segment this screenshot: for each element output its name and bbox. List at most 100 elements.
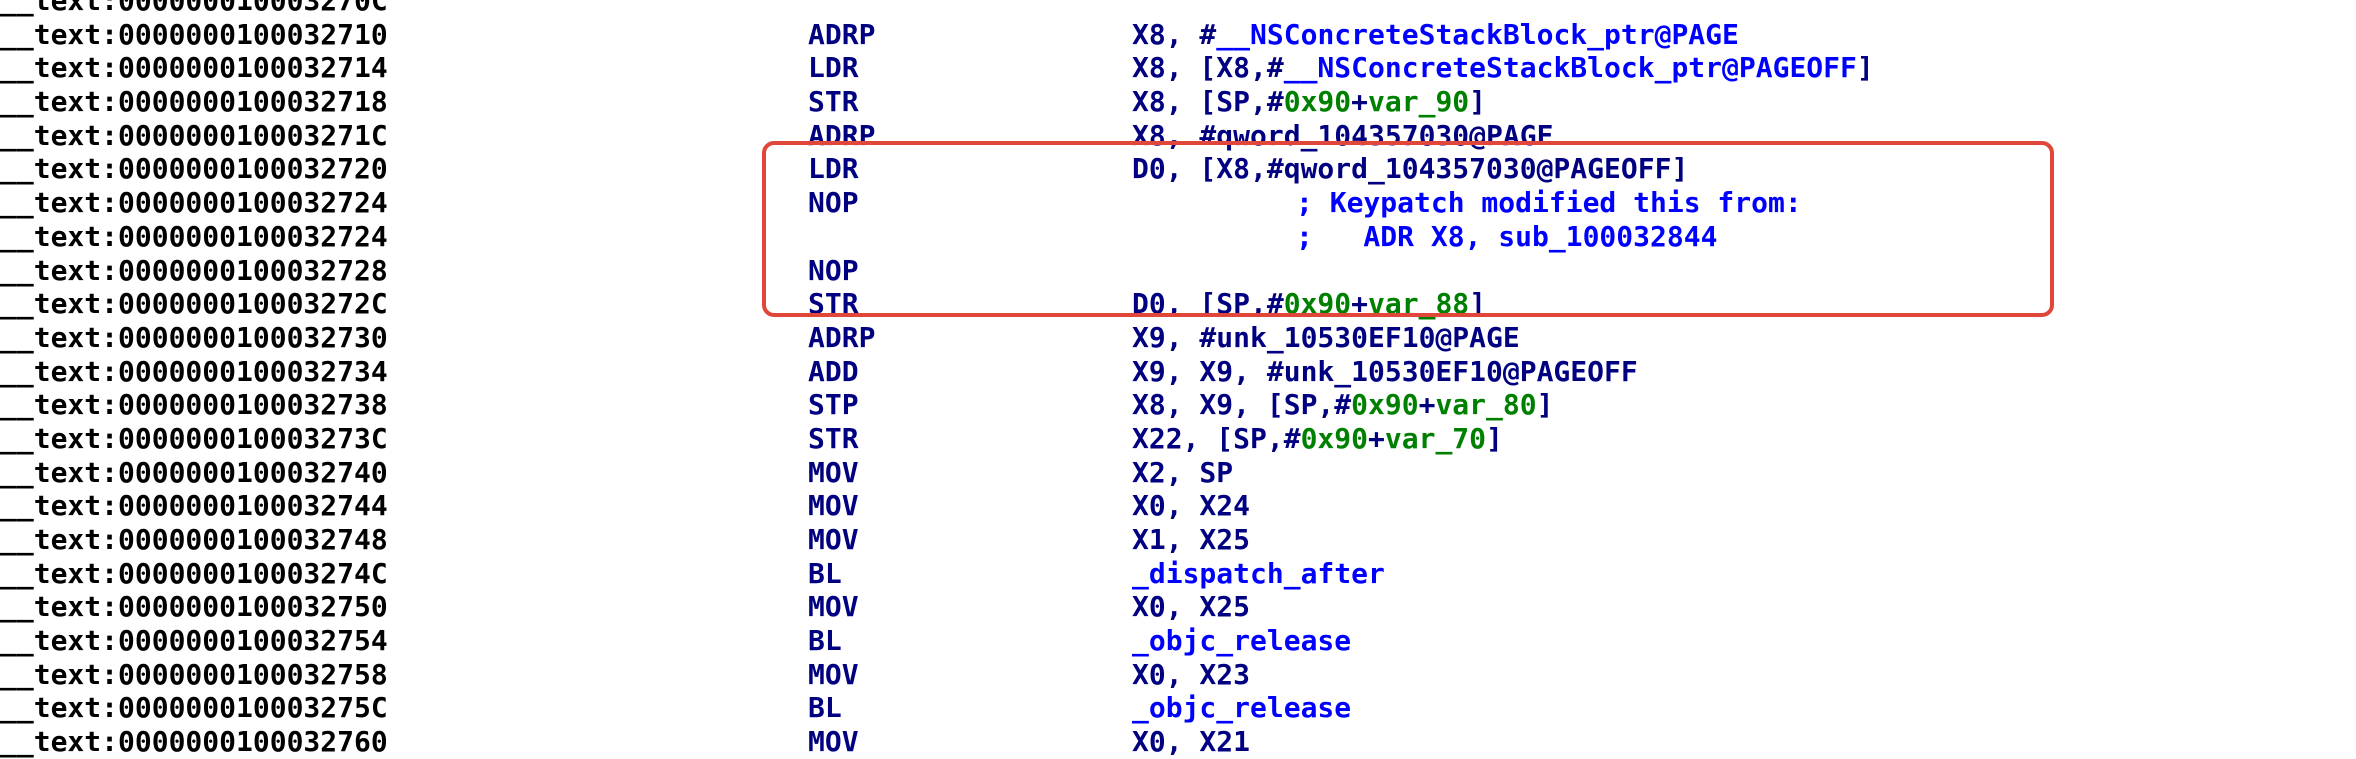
symbol-reference[interactable]: __NSConcreteStackBlock_ptr@PAGE: [1216, 18, 1739, 51]
instruction-operands[interactable]: X8, [SP,#0x90+var_90]: [1132, 85, 1486, 119]
instruction-operands[interactable]: _dispatch_after: [1132, 557, 1385, 591]
address-label[interactable]: __text:0000000100032724: [0, 220, 388, 254]
listing-row[interactable]: __text:0000000100032750 MOV X0, X25: [0, 590, 2356, 624]
symbol-reference[interactable]: _dispatch_after: [1132, 557, 1385, 590]
address-label[interactable]: __text:0000000100032728: [0, 254, 388, 288]
instruction-operands[interactable]: X0, X23: [1132, 658, 1250, 692]
operand-text: ]: [1469, 287, 1487, 321]
address-label[interactable]: __text:0000000100032758: [0, 658, 388, 692]
instruction-operands[interactable]: X1, X25: [1132, 523, 1250, 557]
listing-row[interactable]: __text:0000000100032734 ADD X9, X9, #unk_1…: [0, 355, 2356, 389]
instruction-mnemonic[interactable]: NOP: [808, 254, 859, 288]
listing-row[interactable]: __text:0000000100032758 MOV X0, X23: [0, 658, 2356, 692]
instruction-operands[interactable]: X8, X9, [SP,#0x90+var_80]: [1132, 388, 1553, 422]
instruction-operands[interactable]: X0, X21: [1132, 725, 1250, 759]
operand-text: +: [1368, 421, 1385, 455]
address-label[interactable]: __text:0000000100032740: [0, 456, 388, 490]
instruction-mnemonic[interactable]: MOV: [808, 523, 859, 557]
listing-row[interactable]: __text:000000010003271C ADRP X8, #qword_10…: [0, 119, 2356, 153]
listing-row[interactable]: __text:0000000100032714 LDR X8, [X8,#__NSC…: [0, 51, 2356, 85]
instruction-mnemonic[interactable]: BL: [808, 557, 842, 591]
instruction-mnemonic[interactable]: MOV: [808, 658, 859, 692]
listing-row[interactable]: __text:000000010003272C STR D0, [SP,#0x90+…: [0, 287, 2356, 321]
instruction-operands[interactable]: X8, [X8,#__NSConcreteStackBlock_ptr@PAGE…: [1132, 51, 1874, 85]
instruction-mnemonic[interactable]: ADRP: [808, 321, 875, 355]
operand-text: X8, [X8,#: [1132, 51, 1284, 85]
instruction-mnemonic[interactable]: STR: [808, 287, 859, 321]
instruction-mnemonic[interactable]: ADD: [808, 355, 859, 389]
listing-row[interactable]: __text:000000010003275C BL _objc_release: [0, 691, 2356, 725]
instruction-operands[interactable]: D0, [X8,#qword_104357030@PAGEOFF]: [1132, 152, 1688, 186]
address-label[interactable]: __text:0000000100032734: [0, 355, 388, 389]
instruction-mnemonic[interactable]: LDR: [808, 152, 859, 186]
address-label[interactable]: __text:0000000100032760: [0, 725, 388, 759]
listing-row[interactable]: __text:0000000100032710 ADRP X8, #__NSConc…: [0, 18, 2356, 52]
listing-row[interactable]: __text:000000010003274C BL _dispatch_after: [0, 557, 2356, 591]
instruction-mnemonic[interactable]: MOV: [808, 725, 859, 759]
instruction-operands[interactable]: X22, [SP,#0x90+var_70]: [1132, 422, 1503, 456]
instruction-operands[interactable]: _objc_release: [1132, 691, 1351, 725]
address-label[interactable]: __text:0000000100032748: [0, 523, 388, 557]
instruction-operands[interactable]: X0, X24: [1132, 489, 1250, 523]
listing-row[interactable]: __text:0000000100032730 ADRP X9, #unk_1053…: [0, 321, 2356, 355]
listing-row[interactable]: __text:0000000100032724 NOP ; Keypatch mod…: [0, 186, 2356, 220]
address-label[interactable]: __text:0000000100032750: [0, 590, 388, 624]
immediate-value: 0x90: [1283, 287, 1352, 321]
address-label[interactable]: __text:000000010003270C: [0, 0, 388, 18]
instruction-mnemonic[interactable]: ADRP: [808, 18, 875, 52]
address-label[interactable]: __text:0000000100032730: [0, 321, 388, 355]
address-label[interactable]: __text:0000000100032744: [0, 489, 388, 523]
instruction-operands[interactable]: _objc_release: [1132, 624, 1351, 658]
address-label[interactable]: __text:000000010003275C: [0, 691, 388, 725]
disassembly-listing[interactable]: __text:000000010003270C __text:0000000100…: [0, 0, 2356, 759]
instruction-mnemonic[interactable]: MOV: [808, 456, 859, 490]
instruction-mnemonic[interactable]: ADRP: [808, 119, 875, 153]
address-label[interactable]: __text:0000000100032720: [0, 152, 388, 186]
operand-text: X0, X21: [1132, 725, 1251, 759]
listing-row[interactable]: __text:000000010003273C STR X22, [SP,#0x90…: [0, 422, 2356, 456]
instruction-mnemonic[interactable]: NOP: [808, 186, 859, 220]
address-label[interactable]: __text:000000010003271C: [0, 119, 388, 153]
instruction-mnemonic[interactable]: MOV: [808, 590, 859, 624]
instruction-mnemonic[interactable]: STP: [808, 388, 859, 422]
instruction-operands[interactable]: X9, X9, #unk_10530EF10@PAGEOFF: [1132, 355, 1638, 389]
instruction-operands[interactable]: D0, [SP,#0x90+var_88]: [1132, 287, 1486, 321]
immediate-value: 0x90: [1283, 85, 1352, 119]
address-label[interactable]: __text:0000000100032724: [0, 186, 388, 220]
listing-row[interactable]: __text:0000000100032748 MOV X1, X25: [0, 523, 2356, 557]
instruction-mnemonic[interactable]: STR: [808, 422, 859, 456]
instruction-operands[interactable]: X2, SP: [1132, 456, 1233, 490]
symbol-reference[interactable]: _objc_release: [1132, 624, 1351, 657]
listing-row[interactable]: __text:0000000100032728 NOP: [0, 254, 2356, 288]
address-label[interactable]: __text:0000000100032738: [0, 388, 388, 422]
instruction-operands[interactable]: X8, #qword_104357030@PAGE: [1132, 119, 1553, 153]
address-label[interactable]: __text:000000010003273C: [0, 422, 388, 456]
immediate-value: 0x90: [1351, 388, 1419, 422]
symbol-reference[interactable]: _objc_release: [1132, 691, 1351, 724]
address-label[interactable]: __text:0000000100032714: [0, 51, 388, 85]
instruction-mnemonic[interactable]: MOV: [808, 489, 859, 523]
address-label[interactable]: __text:0000000100032710: [0, 18, 388, 52]
instruction-mnemonic[interactable]: BL: [808, 624, 842, 658]
listing-row[interactable]: __text:0000000100032724 ; ADR X8, sub_100…: [0, 220, 2356, 254]
instruction-mnemonic[interactable]: LDR: [808, 51, 859, 85]
listing-row[interactable]: __text:0000000100032760 MOV X0, X21: [0, 725, 2356, 759]
listing-row[interactable]: __text:0000000100032744 MOV X0, X24: [0, 489, 2356, 523]
instruction-operands[interactable]: X8, #__NSConcreteStackBlock_ptr@PAGE: [1132, 18, 1739, 52]
listing-row[interactable]: __text:0000000100032754 BL _objc_release: [0, 624, 2356, 658]
address-label[interactable]: __text:000000010003272C: [0, 287, 388, 321]
stack-variable: var_88: [1368, 287, 1470, 321]
listing-row[interactable]: __text:000000010003270C: [0, 0, 2356, 18]
listing-row[interactable]: __text:0000000100032738 STP X8, X9, [SP,#0…: [0, 388, 2356, 422]
symbol-reference[interactable]: __NSConcreteStackBlock_ptr@PAGEOFF: [1284, 51, 1857, 84]
instruction-operands[interactable]: X9, #unk_10530EF10@PAGE: [1132, 321, 1520, 355]
address-label[interactable]: __text:0000000100032718: [0, 85, 388, 119]
listing-row[interactable]: __text:0000000100032740 MOV X2, SP: [0, 456, 2356, 490]
address-label[interactable]: __text:0000000100032754: [0, 624, 388, 658]
instruction-mnemonic[interactable]: BL: [808, 691, 842, 725]
listing-row[interactable]: __text:0000000100032720 LDR D0, [X8,#qword…: [0, 152, 2356, 186]
address-label[interactable]: __text:000000010003274C: [0, 557, 388, 591]
instruction-operands[interactable]: X0, X25: [1132, 590, 1250, 624]
instruction-mnemonic[interactable]: STR: [808, 85, 859, 119]
listing-row[interactable]: __text:0000000100032718 STR X8, [SP,#0x90+…: [0, 85, 2356, 119]
